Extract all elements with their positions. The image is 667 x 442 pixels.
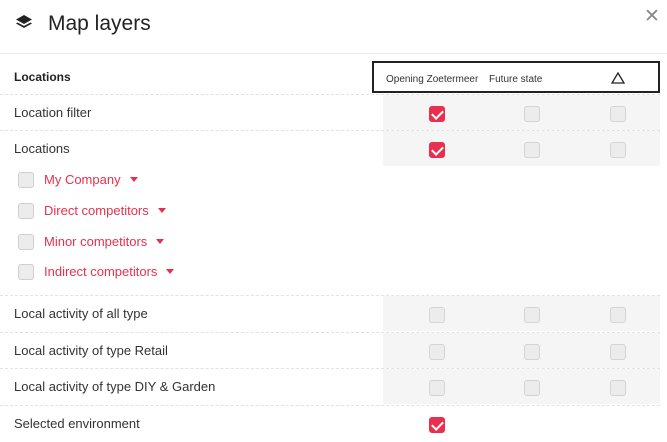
layer-row-label: Locations — [14, 141, 70, 156]
layer-row-selected-environment: Selected environment — [0, 405, 660, 442]
layer-row-local-activity-diy-garden: Local activity of type DIY & Garden — [0, 368, 660, 404]
column-header-opening-zoetermeer[interactable]: Opening Zoetermeer — [386, 74, 478, 85]
checkbox-opening-zoetermeer[interactable] — [429, 380, 445, 396]
sub-item-label: Direct competitors — [44, 203, 149, 218]
layers-icon — [16, 15, 32, 28]
modal-header: Map layers ✕ — [0, 0, 667, 54]
checkbox-future-state[interactable] — [524, 106, 540, 122]
checkbox-third-column[interactable] — [610, 106, 626, 122]
close-icon[interactable]: ✕ — [644, 7, 660, 27]
checkbox-future-state[interactable] — [524, 142, 540, 158]
sub-item-dropdown[interactable]: My Company — [44, 172, 138, 187]
caret-down-icon — [156, 239, 165, 244]
sub-item-label: My Company — [44, 172, 121, 187]
layer-row-local-activity-all: Local activity of all type — [0, 295, 660, 331]
checkbox-opening-zoetermeer[interactable] — [429, 307, 445, 323]
layer-row-location-filter: Location filter — [0, 94, 660, 130]
sub-item-dropdown[interactable]: Direct competitors — [44, 203, 166, 218]
sub-item-label: Indirect competitors — [44, 264, 158, 279]
sub-item-checkbox[interactable] — [18, 234, 34, 250]
column-header-future-state[interactable]: Future state — [489, 74, 542, 85]
checkbox-opening-zoetermeer[interactable] — [429, 142, 445, 158]
checkbox-opening-zoetermeer[interactable] — [429, 344, 445, 360]
checkbox-opening-zoetermeer[interactable] — [429, 417, 445, 433]
layer-row-label: Local activity of type Retail — [14, 343, 168, 358]
checkbox-future-state[interactable] — [524, 380, 540, 396]
sub-item-checkbox[interactable] — [18, 172, 34, 188]
sub-item-label: Minor competitors — [44, 234, 148, 249]
column-header-box: Opening Zoetermeer Future state — [372, 61, 660, 93]
sub-item-dropdown[interactable]: Minor competitors — [44, 234, 165, 249]
checkbox-future-state[interactable] — [524, 307, 540, 323]
caret-down-icon — [157, 208, 166, 213]
layer-row-label: Location filter — [14, 105, 92, 120]
layer-row-label: Selected environment — [14, 416, 140, 431]
layer-row-label: Local activity of type DIY & Garden — [14, 379, 216, 394]
warning-triangle-icon[interactable] — [611, 71, 625, 85]
layer-row-locations: Locations — [0, 130, 660, 166]
sub-item-checkbox[interactable] — [18, 264, 34, 280]
checkbox-third-column[interactable] — [610, 142, 626, 158]
sub-item-checkbox[interactable] — [18, 203, 34, 219]
caret-down-icon — [129, 177, 138, 182]
page-title: Map layers — [48, 12, 151, 35]
checkbox-opening-zoetermeer[interactable] — [429, 106, 445, 122]
sub-item-dropdown[interactable]: Indirect competitors — [44, 264, 175, 279]
section-label-locations: Locations — [14, 70, 71, 84]
caret-down-icon — [166, 269, 175, 274]
checkbox-third-column[interactable] — [610, 307, 626, 323]
layer-row-local-activity-retail: Local activity of type Retail — [0, 332, 660, 368]
checkbox-future-state[interactable] — [524, 344, 540, 360]
layer-row-label: Local activity of all type — [14, 306, 148, 321]
checkbox-third-column[interactable] — [610, 344, 626, 360]
checkbox-third-column[interactable] — [610, 380, 626, 396]
